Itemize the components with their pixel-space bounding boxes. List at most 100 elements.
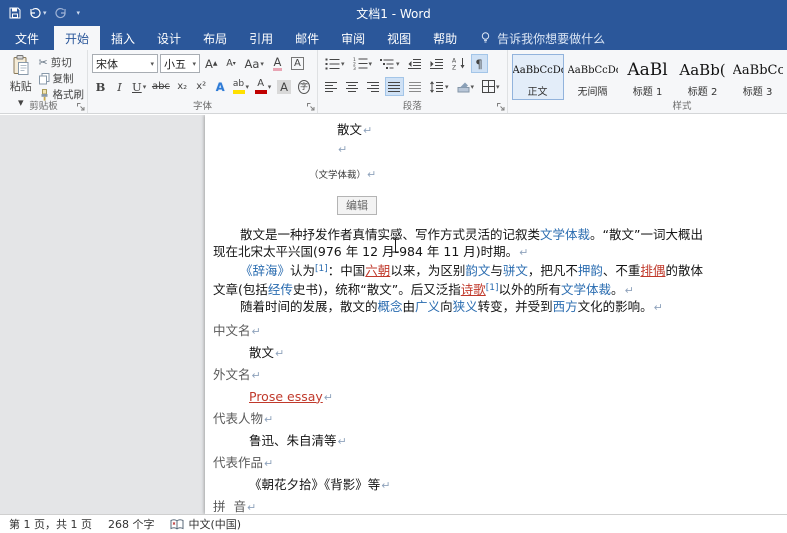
style-normal[interactable]: AaBbCcDd 正文 [512, 54, 564, 100]
style-heading3[interactable]: AaBbCc 标题 3 [732, 54, 784, 100]
numbering-button[interactable]: 123 ▾ [350, 54, 376, 73]
distribute-button[interactable] [406, 77, 425, 96]
bold-button[interactable]: B [92, 77, 109, 96]
document-area[interactable]: 散文↵↵（文学体裁）↵编辑散文是一种抒发作者真情实感、写作方式灵活的记叙类文学体… [0, 115, 787, 514]
hyperlink[interactable]: 狭义 [453, 299, 478, 314]
para1-line1: 散文是一种抒发作者真情实感、写作方式灵活的记叙类文学体裁。“散文”一词大概出 [213, 227, 661, 244]
superscript-button[interactable]: x² [193, 77, 210, 96]
hyperlink[interactable]: 韵文 [465, 263, 490, 278]
tab-help[interactable]: 帮助 [422, 26, 468, 50]
red-hyperlink[interactable]: 诗歌 [461, 282, 486, 297]
ribbon-tab-bar: 文件 开始 插入 设计 布局 引用 邮件 审阅 视图 帮助 告诉我你想要做什么 [0, 26, 787, 50]
caret-down-icon: ▾ [445, 83, 449, 91]
hyperlink[interactable]: 概念 [378, 299, 403, 314]
proofing-status[interactable]: 中文(中国) [170, 516, 241, 532]
red-hyperlink[interactable]: Prose essay [249, 389, 323, 404]
clear-format-button[interactable]: A [269, 54, 286, 73]
doc-text: 转变，并受到 [478, 299, 553, 314]
font-color-button[interactable]: A▾ [253, 77, 273, 96]
hyperlink[interactable]: [1] [315, 264, 328, 274]
sort-button[interactable]: AZ [449, 54, 469, 73]
status-word-count[interactable]: 268 个字 [108, 516, 155, 532]
redo-button[interactable] [55, 7, 67, 19]
hyperlink[interactable]: 《辞海》 [240, 263, 290, 278]
edit-button[interactable]: 编辑 [337, 196, 377, 215]
hyperlink[interactable]: [1] [486, 283, 499, 293]
show-marks-button[interactable]: ¶ [471, 54, 488, 73]
justify-button[interactable] [385, 77, 404, 96]
borders-button[interactable]: ▾ [479, 77, 503, 96]
infobox-label: 拼 音↵ [213, 496, 661, 515]
hyperlink[interactable]: 文学体裁 [540, 227, 590, 242]
paragraph-mark: ↵ [380, 479, 390, 492]
undo-button[interactable]: ▾ [29, 7, 47, 19]
style-preview: AaBbCcDd [568, 58, 618, 83]
text-effects-button[interactable]: A [212, 77, 229, 96]
tab-insert[interactable]: 插入 [100, 26, 146, 50]
paragraph-mark: ↵ [323, 391, 333, 404]
tab-mailings[interactable]: 邮件 [284, 26, 330, 50]
font-dialog-launcher[interactable] [306, 102, 316, 112]
change-case-button[interactable]: Aa▾ [242, 54, 267, 73]
customize-qat-button[interactable]: ▾ [75, 9, 81, 17]
highlight-button[interactable]: ab▾ [231, 77, 251, 96]
align-right-button[interactable] [364, 77, 383, 96]
status-page-info[interactable]: 第 1 页，共 1 页 [9, 516, 92, 532]
tab-design[interactable]: 设计 [146, 26, 192, 50]
font-color-bar [255, 90, 267, 94]
increase-indent-button[interactable] [427, 54, 447, 73]
format-painter-button[interactable]: 格式刷 [39, 87, 85, 102]
paragraph-mark: ↵ [337, 435, 347, 448]
svg-text:A: A [452, 58, 457, 65]
hyperlink[interactable]: 广义 [415, 299, 440, 314]
hyperlink[interactable]: 文学体裁 [561, 282, 611, 297]
paste-button[interactable]: 粘贴 ▾ [3, 52, 39, 100]
hyperlink[interactable]: 西方 [553, 299, 578, 314]
paragraph-mark: ↵ [518, 246, 528, 259]
hyperlink[interactable]: 骈文 [503, 263, 528, 278]
multilevel-list-button[interactable]: ▾ [377, 54, 403, 73]
red-hyperlink[interactable]: 排偶 [640, 263, 665, 278]
underline-button[interactable]: U▾ [130, 77, 148, 96]
tab-view[interactable]: 视图 [376, 26, 422, 50]
red-hyperlink[interactable]: 六朝 [365, 263, 390, 278]
bullets-button[interactable]: ▾ [322, 54, 348, 73]
font-name-select[interactable]: 宋体 ▾ [92, 54, 158, 73]
tab-layout[interactable]: 布局 [192, 26, 238, 50]
tab-file[interactable]: 文件 [0, 26, 54, 50]
font-size-select[interactable]: 小五 ▾ [160, 54, 200, 73]
align-center-button[interactable] [343, 77, 362, 96]
caret-down-icon: ▾ [246, 83, 250, 91]
tab-home[interactable]: 开始 [54, 26, 100, 50]
doc-text: 文章(包括 [213, 282, 268, 297]
style-no-spacing[interactable]: AaBbCcDd 无间隔 [567, 54, 619, 100]
tab-references[interactable]: 引用 [238, 26, 284, 50]
char-shading-button[interactable]: A [275, 77, 293, 96]
tab-review[interactable]: 审阅 [330, 26, 376, 50]
strikethrough-button[interactable]: abc [150, 77, 171, 96]
style-heading2[interactable]: AaBb( 标题 2 [677, 54, 729, 100]
shrink-font-button[interactable]: A▾ [223, 54, 240, 73]
subscript-button[interactable]: x₂ [174, 77, 191, 96]
paragraph-dialog-launcher[interactable] [496, 102, 506, 112]
clipboard-dialog-launcher[interactable] [76, 102, 86, 112]
decrease-indent-button[interactable] [405, 54, 425, 73]
copy-button[interactable]: 复制 [39, 71, 85, 86]
save-button[interactable] [9, 7, 21, 19]
tell-me-search[interactable]: 告诉我你想要做什么 [480, 26, 605, 50]
font-group-label: 字体 [88, 101, 317, 113]
document-page[interactable]: 散文↵↵（文学体裁）↵编辑散文是一种抒发作者真情实感、写作方式灵活的记叙类文学体… [205, 115, 787, 514]
enclose-char-button[interactable]: 字 [295, 77, 313, 96]
shading-button[interactable]: ▾ [454, 77, 478, 96]
grow-font-label: A [205, 57, 213, 71]
line-spacing-button[interactable]: ▾ [427, 77, 452, 96]
italic-button[interactable]: I [111, 77, 128, 96]
align-left-button[interactable] [322, 77, 341, 96]
grow-font-button[interactable]: A▲ [202, 54, 221, 73]
doc-text: 。“散文”一词大概出 [590, 227, 703, 242]
hyperlink[interactable]: 押韵 [578, 263, 603, 278]
cut-button[interactable]: ✂ 剪切 [39, 55, 85, 70]
hyperlink[interactable]: 经传 [268, 282, 293, 297]
char-border-button[interactable]: A [288, 54, 307, 73]
style-heading1[interactable]: AaBl 标题 1 [622, 54, 674, 100]
